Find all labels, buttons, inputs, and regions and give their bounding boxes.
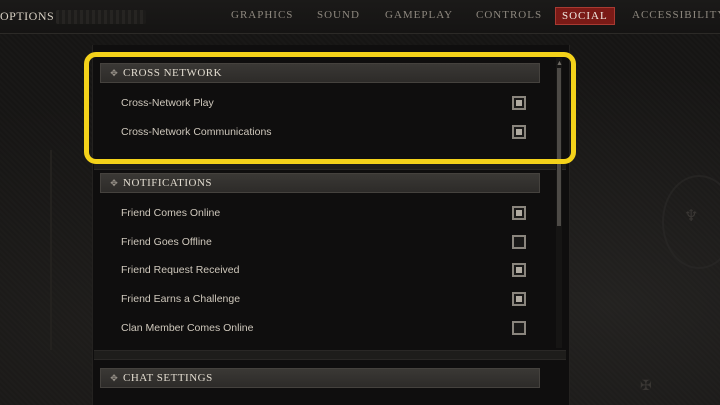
- section-title: NOTIFICATIONS: [123, 177, 212, 189]
- tab-gameplay[interactable]: GAMEPLAY: [385, 9, 453, 21]
- tab-sound[interactable]: SOUND: [317, 9, 360, 21]
- top-bar: OPTIONS GRAPHICS SOUND GAMEPLAY CONTROLS…: [0, 0, 720, 34]
- setting-row-friend-comes-online[interactable]: Friend Comes Online: [100, 201, 540, 225]
- friend-comes-online-checkbox[interactable]: [512, 206, 526, 220]
- setting-label: Friend Request Received: [121, 264, 240, 276]
- setting-row-friend-earns-challenge[interactable]: Friend Earns a Challenge: [100, 287, 540, 311]
- diamond-dots-icon: ✥: [110, 177, 118, 188]
- section-title: CHAT SETTINGS: [123, 372, 213, 384]
- setting-row-friend-goes-offline[interactable]: Friend Goes Offline: [100, 230, 540, 254]
- setting-label: Cross-Network Play: [121, 97, 214, 109]
- cross-network-communications-checkbox[interactable]: [512, 125, 526, 139]
- tab-controls[interactable]: CONTROLS: [476, 9, 542, 21]
- tab-accessibility[interactable]: ACCESSIBILITY: [632, 9, 720, 21]
- clan-member-comes-online-checkbox[interactable]: [512, 321, 526, 335]
- title-flourish: [56, 10, 146, 24]
- setting-row-cross-network-play[interactable]: Cross-Network Play: [100, 91, 540, 115]
- chevron-up-icon[interactable]: ▲: [556, 59, 563, 67]
- cross-ornament-icon: ✠: [640, 379, 652, 394]
- friend-goes-offline-checkbox[interactable]: [512, 235, 526, 249]
- setting-label: Friend Comes Online: [121, 207, 221, 219]
- diamond-dots-icon: ✥: [110, 372, 118, 383]
- scrollbar-thumb[interactable]: [557, 68, 561, 226]
- diamond-dots-icon: ✥: [110, 67, 118, 78]
- setting-label: Cross-Network Communications: [121, 126, 272, 138]
- section-header-cross-network: ✥ CROSS NETWORK: [100, 63, 540, 83]
- friend-earns-challenge-checkbox[interactable]: [512, 292, 526, 306]
- section-title: CROSS NETWORK: [123, 67, 223, 79]
- section-divider: [94, 160, 566, 170]
- section-divider: [94, 350, 566, 360]
- friend-request-received-checkbox[interactable]: [512, 263, 526, 277]
- tab-social[interactable]: SOCIAL: [555, 7, 615, 25]
- tab-graphics[interactable]: GRAPHICS: [231, 9, 293, 21]
- setting-label: Clan Member Comes Online: [121, 322, 254, 334]
- section-header-notifications: ✥ NOTIFICATIONS: [100, 173, 540, 193]
- emblem-glyph-icon: ♆: [684, 208, 699, 225]
- side-ornament: [50, 150, 52, 350]
- section-header-chat-settings: ✥ CHAT SETTINGS: [100, 368, 540, 388]
- setting-row-cross-network-communications[interactable]: Cross-Network Communications: [100, 120, 540, 144]
- setting-row-friend-request-received[interactable]: Friend Request Received: [100, 258, 540, 282]
- cross-network-play-checkbox[interactable]: [512, 96, 526, 110]
- options-title: OPTIONS: [0, 9, 55, 23]
- setting-label: Friend Goes Offline: [121, 236, 212, 248]
- setting-label: Friend Earns a Challenge: [121, 293, 241, 305]
- setting-row-clan-member-comes-online[interactable]: Clan Member Comes Online: [100, 316, 540, 340]
